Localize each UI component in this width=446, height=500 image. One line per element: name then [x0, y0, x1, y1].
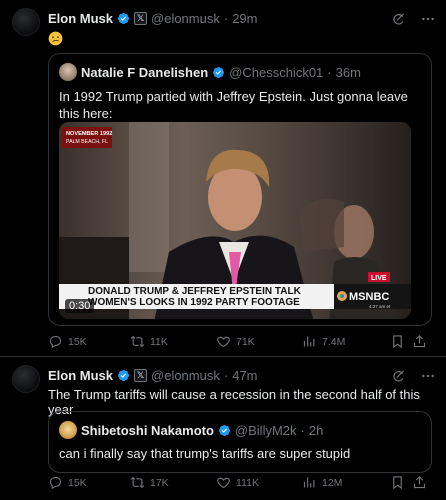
tweet[interactable]: Elon Musk 𝕏 @elonmusk · 29m Natalie F Da… — [0, 0, 446, 357]
separator-dot: · — [223, 11, 229, 26]
quote-avatar[interactable] — [59, 421, 77, 439]
timestamp[interactable]: 47m — [232, 368, 257, 383]
views-icon — [302, 334, 317, 349]
tweet-actions: 15K 17K 111K 12M — [48, 475, 432, 490]
quoted-tweet[interactable]: Shibetoshi Nakamoto @BillyM2k · 2h can i… — [48, 411, 432, 473]
views-icon — [302, 475, 317, 490]
tweet-header: Elon Musk 𝕏 @elonmusk · 47m — [48, 368, 258, 383]
grok-icon[interactable] — [391, 12, 406, 27]
like-button[interactable]: 111K — [216, 475, 302, 490]
reply-count: 15K — [68, 476, 87, 489]
share-icon — [412, 475, 427, 490]
repost-icon — [130, 475, 145, 490]
bookmark-icon — [390, 334, 405, 349]
tweet-header: Elon Musk 𝕏 @elonmusk · 29m — [48, 11, 258, 26]
like-button[interactable]: 71K — [216, 334, 302, 349]
views-button[interactable]: 7.4M — [302, 334, 390, 349]
quote-author-handle[interactable]: @BillyM2k — [235, 423, 297, 438]
avatar[interactable] — [12, 365, 40, 393]
separator-dot: · — [223, 368, 229, 383]
tweet[interactable]: Elon Musk 𝕏 @elonmusk · 47m The Trump ta… — [0, 358, 446, 500]
caption-line1: DONALD TRUMP & JEFFREY EPSTEIN TALK — [88, 286, 302, 297]
avatar[interactable] — [12, 8, 40, 36]
reply-button[interactable]: 15K — [48, 475, 130, 490]
quote-header: Natalie F Danelishen @Chesschick01 · 36m — [59, 63, 361, 81]
bookmark-button[interactable] — [390, 475, 412, 490]
verified-badge-icon — [212, 66, 225, 79]
share-button[interactable] — [412, 334, 432, 349]
quote-author-handle[interactable]: @Chesschick01 — [229, 65, 323, 80]
video-frame: NOVEMBER 1992 PALM BEACH, FL DONALD TRUM… — [59, 122, 411, 319]
author-name[interactable]: Elon Musk — [48, 11, 113, 26]
grok-icon[interactable] — [391, 369, 406, 384]
reply-icon — [48, 334, 63, 349]
quote-timestamp[interactable]: 36m — [336, 65, 361, 80]
like-count: 71K — [236, 335, 255, 348]
view-count: 12M — [322, 476, 343, 489]
repost-button[interactable]: 11K — [130, 334, 216, 349]
tweet-actions: 15K 11K 71K 7.4M — [48, 334, 432, 349]
author-handle[interactable]: @elonmusk — [151, 11, 220, 26]
share-button[interactable] — [412, 475, 432, 490]
heart-icon — [216, 475, 231, 490]
separator-dot: · — [300, 422, 305, 438]
verified-badge-icon — [218, 424, 231, 437]
verified-badge-icon — [117, 369, 130, 382]
network-logo: MSNBC — [349, 291, 389, 303]
more-options-icon[interactable] — [420, 368, 436, 384]
share-icon — [412, 334, 427, 349]
repost-button[interactable]: 17K — [130, 475, 216, 490]
like-count: 111K — [236, 476, 259, 489]
separator-dot: · — [327, 64, 332, 80]
quote-avatar[interactable] — [59, 63, 77, 81]
quote-author-name[interactable]: Shibetoshi Nakamoto — [81, 423, 214, 438]
quote-text: can i finally say that trump's tariffs a… — [59, 446, 351, 461]
stamp-line1: NOVEMBER 1992 — [66, 131, 112, 137]
confused-face-emoji — [48, 31, 63, 46]
reply-button[interactable]: 15K — [48, 334, 130, 349]
timestamp[interactable]: 29m — [232, 11, 257, 26]
tweet-top-actions — [391, 11, 436, 27]
tweet-top-actions — [391, 368, 436, 384]
live-badge: LIVE — [371, 275, 387, 282]
verified-badge-icon — [117, 12, 130, 25]
repost-count: 17K — [150, 476, 169, 489]
repost-count: 11K — [150, 335, 168, 348]
author-handle[interactable]: @elonmusk — [151, 368, 220, 383]
author-name[interactable]: Elon Musk — [48, 368, 113, 383]
reply-icon — [48, 475, 63, 490]
heart-icon — [216, 334, 231, 349]
video-duration: 0:30 — [65, 299, 95, 313]
quote-header: Shibetoshi Nakamoto @BillyM2k · 2h — [59, 421, 323, 439]
network-clock: 4:37 am et — [369, 304, 391, 309]
quote-timestamp[interactable]: 2h — [309, 423, 323, 438]
repost-icon — [130, 334, 145, 349]
quote-text: In 1992 Trump partied with Jeffrey Epste… — [59, 89, 408, 121]
caption-line2: WOMEN'S LOOKS IN 1992 PARTY FOOTAGE — [88, 297, 300, 308]
more-options-icon[interactable] — [420, 11, 436, 27]
x-affiliate-badge-icon: 𝕏 — [134, 369, 148, 382]
bookmark-button[interactable] — [390, 334, 412, 349]
x-affiliate-badge-icon: 𝕏 — [134, 12, 148, 25]
views-button[interactable]: 12M — [302, 475, 390, 490]
video-player[interactable]: NOVEMBER 1992 PALM BEACH, FL DONALD TRUM… — [59, 122, 411, 319]
view-count: 7.4M — [322, 335, 346, 348]
quoted-tweet[interactable]: Natalie F Danelishen @Chesschick01 · 36m… — [48, 53, 432, 326]
quote-author-name[interactable]: Natalie F Danelishen — [81, 65, 208, 80]
stamp-line2: PALM BEACH, FL — [66, 139, 108, 145]
bookmark-icon — [390, 475, 405, 490]
reply-count: 15K — [68, 335, 87, 348]
